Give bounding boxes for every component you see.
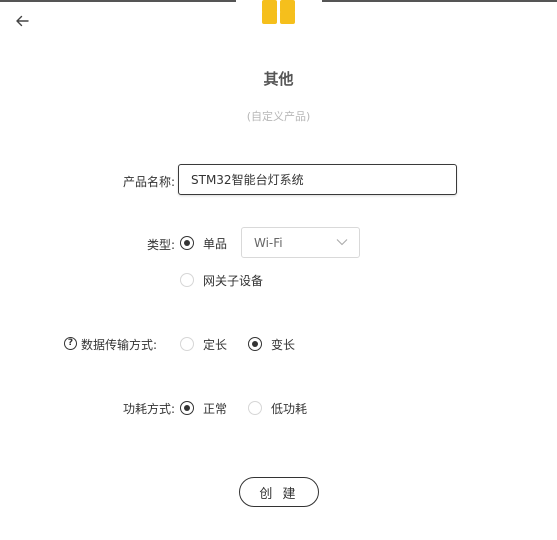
top-divider-left: [0, 0, 236, 2]
power-radio-low[interactable]: [248, 401, 262, 415]
type-option-single-label: 单品: [203, 237, 228, 251]
connection-select-value: Wi-Fi: [254, 236, 283, 250]
connection-select[interactable]: Wi-Fi: [241, 227, 360, 258]
data-transfer-radio-fixed[interactable]: [180, 337, 194, 351]
power-label: 功耗方式:: [122, 402, 175, 416]
type-label: 类型:: [146, 238, 175, 252]
power-option-low-label: 低功耗: [271, 402, 308, 416]
data-transfer-radio-variable[interactable]: [248, 337, 262, 351]
product-name-label: 产品名称:: [122, 175, 175, 189]
page-subtitle: (自定义产品): [246, 110, 311, 123]
type-option-gateway-label: 网关子设备: [203, 274, 264, 288]
type-radio-gateway-subdevice[interactable]: [180, 273, 194, 287]
question-circle-icon[interactable]: ?: [64, 337, 77, 350]
power-option-normal-label: 正常: [203, 402, 228, 416]
arrow-left-icon: [16, 15, 29, 27]
data-transfer-option-variable-label: 变长: [271, 338, 296, 352]
product-logo-icon: [250, 0, 308, 32]
data-transfer-option-fixed-label: 定长: [203, 338, 228, 352]
type-radio-single[interactable]: [180, 236, 194, 250]
back-button[interactable]: [11, 11, 33, 31]
data-transfer-label: 数据传输方式:: [81, 338, 158, 352]
top-divider-right: [322, 0, 557, 2]
page-title: 其他: [263, 70, 294, 88]
power-radio-normal[interactable]: [180, 401, 194, 415]
product-name-input[interactable]: [178, 164, 457, 195]
create-button[interactable]: 创 建: [239, 477, 319, 507]
chevron-down-icon: [336, 239, 348, 246]
